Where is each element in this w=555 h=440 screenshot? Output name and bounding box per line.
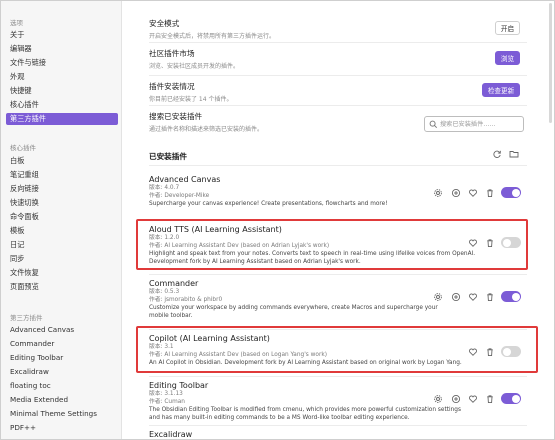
circle-plus-icon[interactable] bbox=[451, 188, 461, 198]
plugin-name: Advanced Canvas bbox=[149, 175, 221, 184]
plugin-desc1: Supercharge your canvas experience! Crea… bbox=[149, 201, 388, 207]
sidebar-item[interactable]: 文件与链接 bbox=[6, 57, 118, 69]
safe-mode-button[interactable]: 开启 bbox=[495, 21, 520, 35]
search-icon bbox=[429, 120, 438, 129]
sidebar-item[interactable]: 反向链接 bbox=[6, 183, 118, 195]
search-installed-input-box[interactable] bbox=[424, 116, 524, 132]
sidebar-item[interactable]: Minimal Theme Settings bbox=[6, 408, 118, 420]
plugin-name: Excalidraw bbox=[149, 430, 193, 439]
setting-desc: 你目前已经安装了 14 个插件。 bbox=[149, 96, 233, 103]
sidebar-section-third-party: 第三方插件 bbox=[10, 314, 43, 322]
browse-button[interactable]: 浏览 bbox=[495, 51, 520, 65]
divider bbox=[149, 165, 527, 166]
sidebar-item[interactable]: PDF++ bbox=[6, 422, 118, 434]
setting-title: 插件安装情况 bbox=[149, 82, 195, 91]
sidebar-section-core: 核心插件 bbox=[10, 144, 36, 152]
sidebar-item[interactable]: 核心插件 bbox=[6, 99, 118, 111]
toggle-knob bbox=[511, 188, 520, 197]
trash-icon[interactable] bbox=[485, 394, 495, 404]
setting-safe-mode: 安全模式 开启安全模式后，将禁用所有第三方插件运行。 bbox=[149, 18, 529, 40]
divider bbox=[149, 376, 527, 377]
highlight-box-aloud-tts bbox=[136, 219, 528, 270]
settings-sidebar: 选项 关于 编辑器 文件与链接 外观 快捷键 核心插件 第三方插件 核心插件 白板 笔记重组反… bbox=[1, 1, 122, 439]
plugin-name: Editing Toolbar bbox=[149, 381, 209, 390]
circle-plus-icon[interactable] bbox=[451, 394, 461, 404]
sidebar-item[interactable]: 日记 bbox=[6, 239, 118, 251]
sidebar-item[interactable]: 快捷键 bbox=[6, 85, 118, 97]
setting-desc: 浏览、安装社区成员开发的插件。 bbox=[149, 63, 240, 70]
refresh-icon[interactable] bbox=[492, 149, 502, 159]
sidebar-item[interactable]: 快速切换 bbox=[6, 197, 118, 209]
sidebar-item[interactable]: 页面预览 bbox=[6, 281, 118, 293]
plugin-desc2: mobile toolbar. bbox=[149, 313, 193, 319]
setting-title: 安全模式 bbox=[149, 19, 180, 28]
divider bbox=[149, 425, 527, 426]
toggle-knob bbox=[511, 394, 520, 403]
divider bbox=[149, 274, 527, 275]
sidebar-item[interactable]: Editing Toolbar bbox=[6, 352, 118, 364]
sidebar-item[interactable]: 文件恢复 bbox=[6, 267, 118, 279]
sidebar-item[interactable]: 第三方插件 bbox=[6, 113, 118, 125]
trash-icon[interactable] bbox=[485, 188, 495, 198]
gear-icon[interactable] bbox=[433, 292, 443, 302]
setting-community-plugins: 社区插件市场 浏览、安装社区成员开发的插件。 bbox=[149, 48, 529, 70]
plugin-desc2: and has many built-in editing commands t… bbox=[149, 415, 410, 421]
highlight-box-copilot bbox=[136, 326, 538, 373]
sidebar-item[interactable]: 模板 bbox=[6, 225, 118, 237]
sidebar-item[interactable]: 外观 bbox=[6, 71, 118, 83]
plugin-controls bbox=[123, 187, 554, 200]
plugin-item: Excalidraw bbox=[149, 430, 529, 439]
plugin-desc1: The Obsidian Editing Toolbar is modified… bbox=[149, 407, 461, 413]
trash-icon[interactable] bbox=[485, 292, 495, 302]
sidebar-item[interactable]: floating toc bbox=[6, 380, 118, 392]
heart-icon[interactable] bbox=[468, 188, 478, 198]
sidebar-item[interactable]: 编辑器 bbox=[6, 43, 118, 55]
scrollbar[interactable] bbox=[549, 3, 552, 123]
setting-plugin-updates: 插件安装情况 你目前已经安装了 14 个插件。 bbox=[149, 81, 529, 103]
plugin-controls bbox=[123, 393, 554, 406]
toggle-knob bbox=[511, 292, 520, 301]
divider bbox=[149, 75, 527, 76]
setting-title: 社区插件市场 bbox=[149, 49, 195, 58]
sidebar-item[interactable]: Advanced Canvas bbox=[6, 324, 118, 336]
heart-icon[interactable] bbox=[468, 292, 478, 302]
plugin-name: Commander bbox=[149, 279, 199, 288]
sidebar-item[interactable]: Commander bbox=[6, 338, 118, 350]
divider bbox=[149, 42, 527, 43]
sidebar-item[interactable]: 白板 bbox=[6, 155, 118, 167]
divider bbox=[149, 105, 527, 106]
heart-icon[interactable] bbox=[468, 394, 478, 404]
sidebar-item[interactable]: Media Extended bbox=[6, 394, 118, 406]
plugin-enable-toggle[interactable] bbox=[501, 187, 521, 198]
circle-plus-icon[interactable] bbox=[451, 292, 461, 302]
sidebar-item[interactable]: 同步 bbox=[6, 253, 118, 265]
gear-icon[interactable] bbox=[433, 394, 443, 404]
sidebar-section-options: 选项 bbox=[10, 19, 23, 27]
sidebar-item[interactable]: 笔记重组 bbox=[6, 169, 118, 181]
plugin-enable-toggle[interactable] bbox=[501, 291, 521, 302]
setting-desc: 开启安全模式后，将禁用所有第三方插件运行。 bbox=[149, 33, 276, 40]
sidebar-item[interactable]: Excalidraw bbox=[6, 366, 118, 378]
plugin-desc1: Customize your workspace by adding comma… bbox=[149, 305, 438, 311]
sidebar-item[interactable]: 命令面板 bbox=[6, 211, 118, 223]
plugin-enable-toggle[interactable] bbox=[501, 393, 521, 404]
check-updates-button[interactable]: 检查更新 bbox=[482, 83, 520, 97]
sidebar-item[interactable]: 关于 bbox=[6, 29, 118, 41]
plugin-controls bbox=[123, 291, 554, 304]
folder-icon[interactable] bbox=[509, 149, 519, 159]
gear-icon[interactable] bbox=[433, 188, 443, 198]
installed-plugins-heading: 已安装插件 bbox=[149, 152, 187, 161]
search-installed-input[interactable] bbox=[440, 119, 522, 130]
